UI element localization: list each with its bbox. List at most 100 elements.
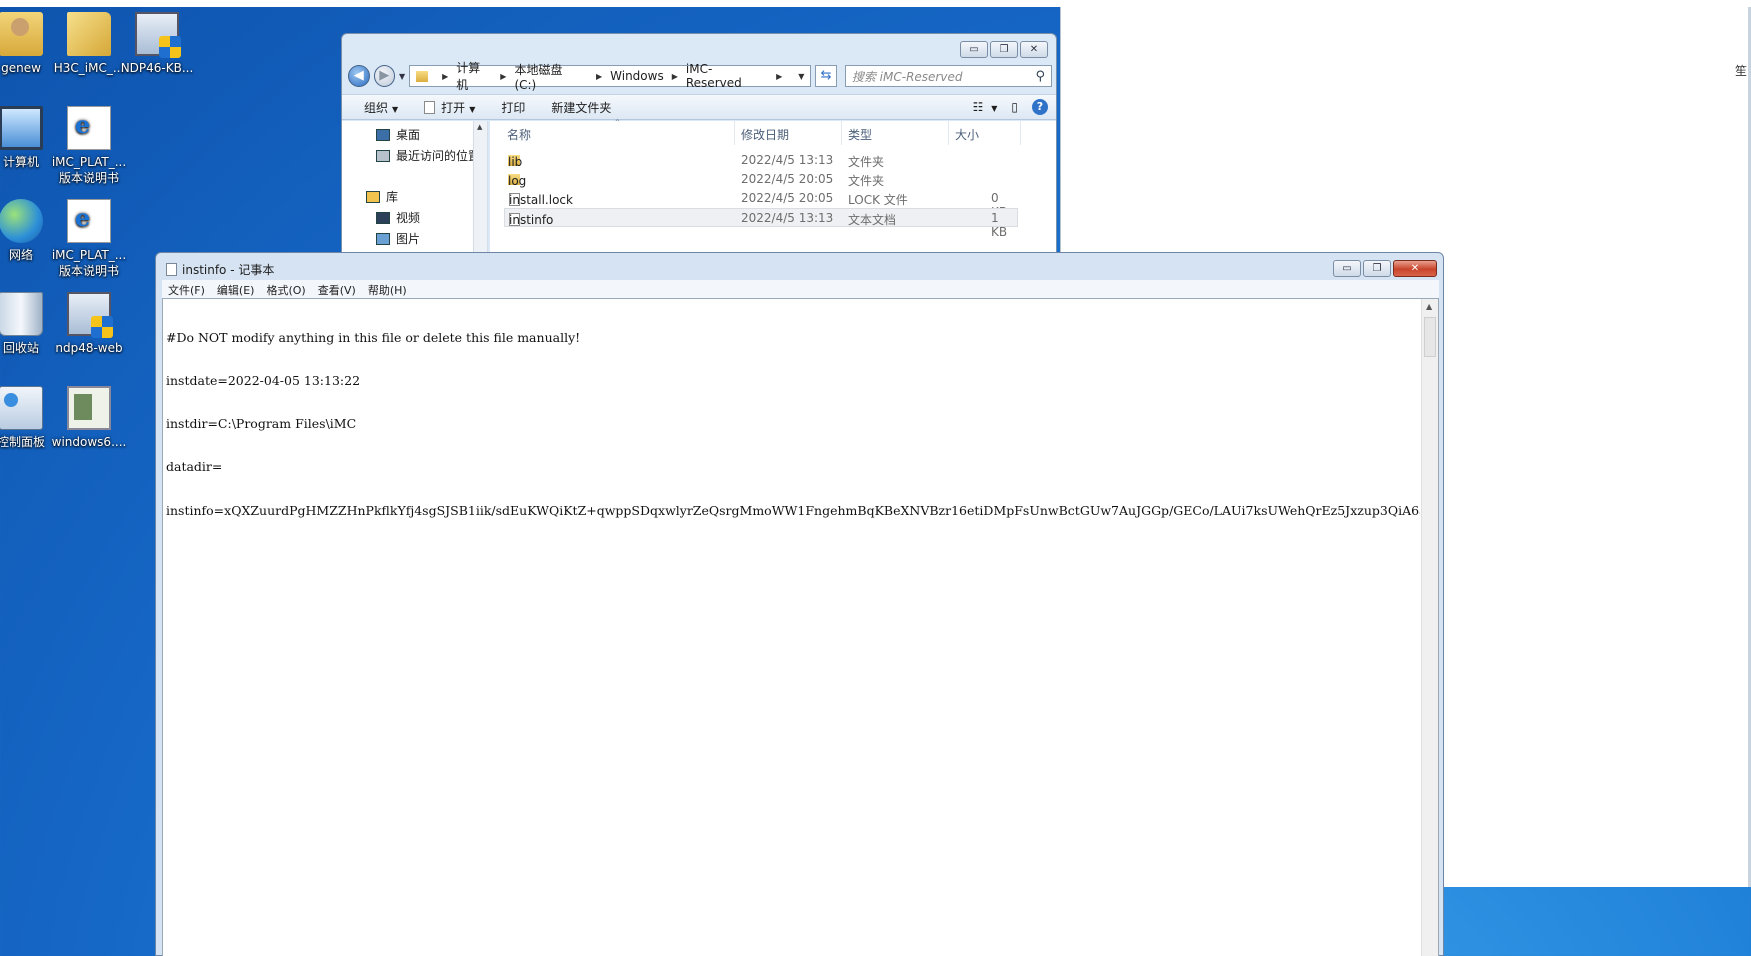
text-line: #Do NOT modify anything in this file or … bbox=[166, 329, 581, 345]
nav-item-recent-places[interactable]: 最近访问的位置 bbox=[376, 147, 480, 164]
column-header-size[interactable]: 大小 bbox=[955, 126, 979, 143]
file-name: lib bbox=[508, 155, 523, 169]
command-toolbar: 组织 ▼ 打开 ▼ 打印 新建文件夹 ☷ ▼ ▯ ? bbox=[342, 94, 1056, 120]
search-placeholder: 搜索 iMC-Reserved bbox=[851, 69, 963, 84]
desktop-icon-ndp46[interactable]: NDP46-KB... bbox=[118, 12, 196, 76]
ie-document-icon bbox=[67, 199, 111, 243]
menu-help[interactable]: 帮助(H) bbox=[362, 280, 413, 298]
background-window-partial-text: 笙 bbox=[1734, 64, 1747, 78]
menu-view[interactable]: 查看(V) bbox=[312, 280, 362, 298]
sort-ascending-icon: ⌃ bbox=[614, 118, 621, 127]
notepad-window[interactable]: instinfo - 记事本 ▭ ❐ ✕ 文件(F) 编辑(E) 格式(O) 查… bbox=[155, 252, 1444, 956]
desktop-icon-label: H3C_iMC_... bbox=[53, 61, 125, 75]
notepad-text-area[interactable]: #Do NOT modify anything in this file or … bbox=[162, 298, 1439, 956]
file-name: log bbox=[508, 174, 527, 188]
back-arrow-icon[interactable]: ◀ bbox=[348, 65, 370, 87]
print-button[interactable]: 打印 bbox=[501, 99, 525, 116]
organize-button[interactable]: 组织 ▼ bbox=[364, 99, 398, 116]
document-icon bbox=[424, 100, 436, 114]
control-panel-icon bbox=[0, 386, 43, 430]
notepad-icon bbox=[166, 263, 177, 276]
top-window-edge bbox=[0, 0, 1751, 7]
close-button[interactable]: ✕ bbox=[1020, 41, 1048, 58]
search-input[interactable]: 搜索 iMC-Reserved ⚲ bbox=[844, 65, 1052, 87]
minimize-button[interactable]: ▭ bbox=[960, 41, 988, 58]
maximize-button[interactable]: ❐ bbox=[990, 41, 1018, 58]
file-row-lib[interactable]: lib 2022/4/5 13:13 文件夹 bbox=[504, 151, 1018, 170]
refresh-icon[interactable]: ⇆ bbox=[815, 65, 837, 87]
folder-icon bbox=[416, 70, 429, 82]
desktop-icon-label: iMC_PLAT_... bbox=[51, 155, 127, 169]
close-button[interactable]: ✕ bbox=[1393, 260, 1437, 277]
recent-pages-dropdown-icon[interactable]: ▼ bbox=[399, 72, 405, 81]
navigation-pane-scrollbar[interactable] bbox=[473, 121, 487, 272]
file-row-instinfo[interactable]: instinfo 2022/4/5 13:13 文本文档 1 KB bbox=[504, 208, 1018, 239]
text-line: instdir=C:\Program Files\iMC bbox=[166, 416, 357, 432]
column-header-name[interactable]: 名称 bbox=[507, 126, 531, 143]
file-type: LOCK 文件 bbox=[848, 193, 908, 207]
file-row-install-lock[interactable]: install.lock 2022/4/5 20:05 LOCK 文件 0 KB bbox=[504, 189, 1018, 219]
maximize-button[interactable]: ❐ bbox=[1363, 260, 1391, 277]
vertical-scrollbar[interactable] bbox=[1421, 299, 1438, 956]
file-name: instinfo bbox=[509, 213, 554, 227]
forward-arrow-icon[interactable]: ▶ bbox=[373, 65, 395, 87]
ie-document-icon bbox=[67, 106, 111, 150]
breadcrumb-chevron-icon[interactable]: ▶ bbox=[442, 72, 448, 81]
nav-item-libraries[interactable]: 库 bbox=[366, 188, 398, 205]
breadcrumb-computer[interactable]: 计算机 bbox=[456, 59, 492, 93]
breadcrumb-chevron-icon[interactable]: ▶ bbox=[596, 72, 602, 81]
desktop-icon-label: windows6.... bbox=[51, 435, 127, 449]
notepad-menu-bar: 文件(F) 编辑(E) 格式(O) 查看(V) 帮助(H) bbox=[162, 280, 1439, 298]
help-icon[interactable]: ? bbox=[1032, 99, 1048, 115]
desktop-icon-h3c-imc[interactable]: H3C_iMC_... bbox=[50, 12, 128, 76]
scrollbar-thumb[interactable] bbox=[1424, 317, 1436, 357]
file-type: 文件夹 bbox=[848, 155, 885, 169]
image-file-icon bbox=[67, 386, 111, 430]
breadcrumb-chevron-icon[interactable]: ▶ bbox=[776, 72, 782, 81]
breadcrumb-local-disk[interactable]: 本地磁盘 (C:) bbox=[514, 61, 588, 92]
desktop-icon-label-line2: 版本说明书 bbox=[58, 264, 119, 278]
preview-pane-icon[interactable]: ▯ bbox=[1011, 100, 1018, 114]
desktop-icon-ndp48-web[interactable]: ndp48-web bbox=[50, 292, 128, 356]
nav-item-pictures[interactable]: 图片 bbox=[376, 230, 420, 247]
navigation-bar: ◀ ▶ ▼ ▶ 计算机 ▶ 本地磁盘 (C:) ▶ Windows ▶ iMC-… bbox=[348, 61, 1052, 92]
nav-item-desktop[interactable]: 桌面 bbox=[376, 126, 420, 143]
desktop-icon bbox=[376, 128, 390, 141]
file-type: 文件夹 bbox=[848, 174, 885, 188]
breadcrumb-chevron-icon[interactable]: ▶ bbox=[500, 72, 506, 81]
desktop-icon-imc-plat-notes-2[interactable]: iMC_PLAT_... 版本说明书 bbox=[50, 199, 128, 279]
nav-item-videos[interactable]: 视频 bbox=[376, 209, 420, 226]
menu-format[interactable]: 格式(O) bbox=[260, 280, 311, 298]
breadcrumb-chevron-icon[interactable]: ▶ bbox=[672, 72, 678, 81]
explorer-window[interactable]: ▭ ❐ ✕ ◀ ▶ ▼ ▶ 计算机 ▶ 本地磁盘 (C:) ▶ Windows … bbox=[341, 33, 1057, 273]
view-options-icon[interactable]: ☷ ▼ bbox=[973, 100, 998, 114]
menu-file[interactable]: 文件(F) bbox=[162, 280, 211, 298]
network-globe-icon bbox=[0, 199, 43, 243]
column-header-type[interactable]: 类型 bbox=[848, 126, 872, 143]
search-icon[interactable]: ⚲ bbox=[1035, 69, 1045, 84]
installer-icon bbox=[135, 12, 181, 58]
notepad-title-bar: instinfo - 记事本 bbox=[166, 261, 274, 278]
recent-places-icon bbox=[376, 149, 390, 162]
breadcrumb-windows[interactable]: Windows bbox=[610, 69, 664, 83]
menu-edit[interactable]: 编辑(E) bbox=[211, 280, 261, 298]
new-folder-button[interactable]: 新建文件夹 bbox=[551, 99, 611, 116]
file-modified: 2022/4/5 20:05 bbox=[741, 172, 834, 186]
breadcrumb-imc-reserved[interactable]: iMC-Reserved bbox=[686, 62, 768, 90]
desktop-icon-label-line2: 版本说明书 bbox=[58, 171, 119, 185]
recycle-bin-icon bbox=[0, 292, 43, 336]
minimize-button[interactable]: ▭ bbox=[1333, 260, 1361, 277]
file-row-log[interactable]: log 2022/4/5 20:05 文件夹 bbox=[504, 170, 1018, 189]
text-line: instdate=2022-04-05 13:13:22 bbox=[166, 373, 361, 389]
text-line: datadir= bbox=[166, 459, 223, 475]
address-bar[interactable]: ▶ 计算机 ▶ 本地磁盘 (C:) ▶ Windows ▶ iMC-Reserv… bbox=[409, 61, 812, 92]
desktop-icon-imc-plat-notes-1[interactable]: iMC_PLAT_... 版本说明书 bbox=[50, 106, 128, 186]
column-header-modified[interactable]: 修改日期 bbox=[741, 126, 789, 143]
text-line: instinfo=xQXZuurdPgHMZZHnPkflkYfj4sgSJSB… bbox=[166, 502, 1420, 518]
file-type: 文本文档 bbox=[848, 213, 897, 227]
file-name: install.lock bbox=[509, 193, 573, 207]
address-history-dropdown-icon[interactable]: ▼ bbox=[798, 72, 804, 81]
open-button[interactable]: 打开 ▼ bbox=[424, 99, 475, 116]
desktop-icon-windows6[interactable]: windows6.... bbox=[50, 386, 128, 450]
installer-icon bbox=[67, 292, 113, 338]
